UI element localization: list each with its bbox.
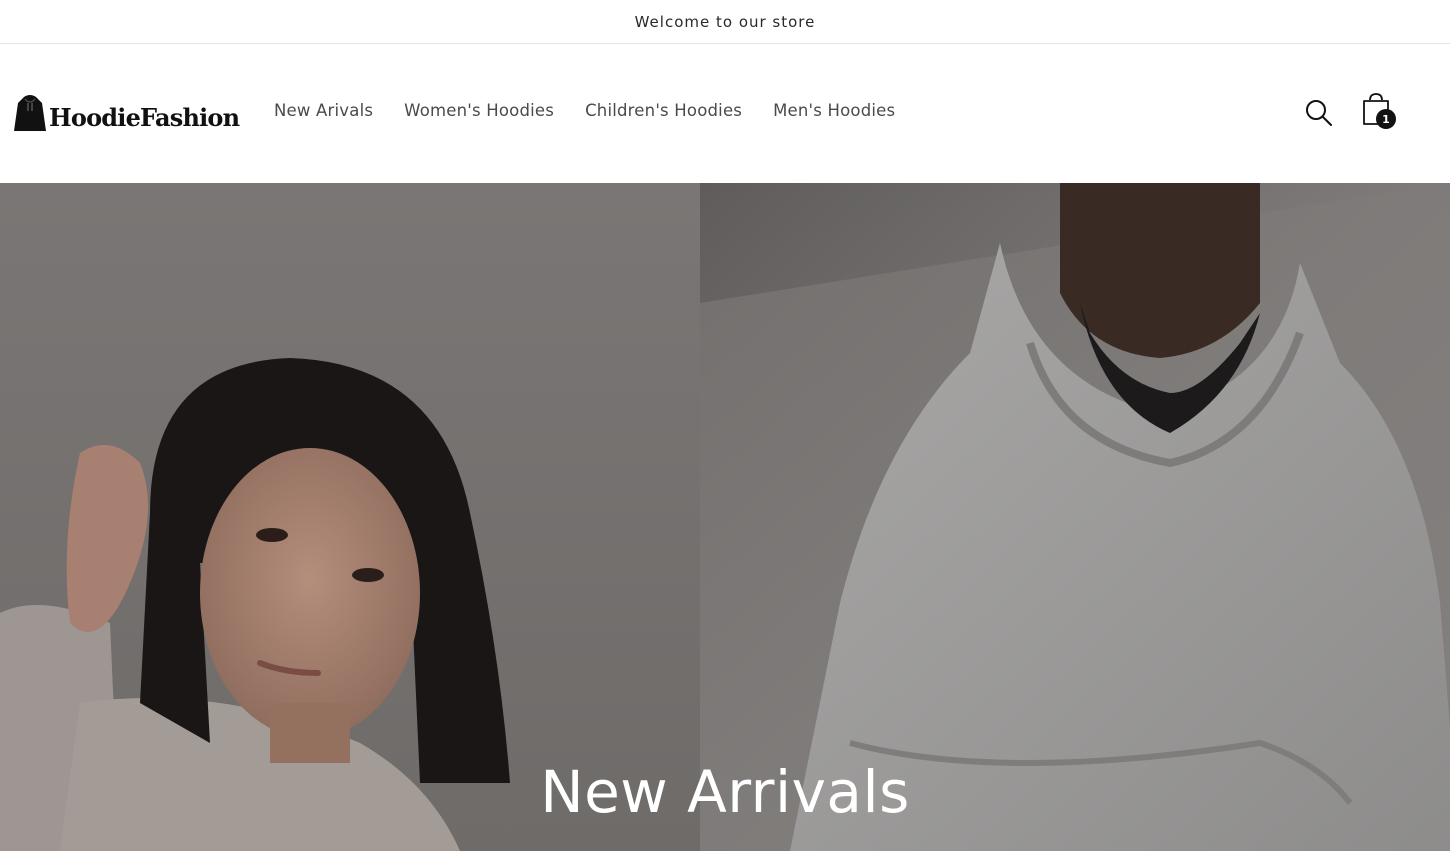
announcement-text: Welcome to our store	[634, 12, 816, 31]
nav-item-childrens-hoodies[interactable]: Children's Hoodies	[585, 101, 742, 120]
logo-link[interactable]: HoodieFashion	[12, 92, 240, 134]
announcement-bar: Welcome to our store	[0, 0, 1450, 44]
logo-text: HoodieFashion	[49, 102, 240, 132]
hero-banner[interactable]: New Arrivals	[0, 183, 1450, 851]
nav-item-new-arrivals[interactable]: New Arivals	[274, 101, 373, 120]
hoodie-logo-icon	[14, 95, 46, 131]
search-icon	[1306, 100, 1332, 126]
nav-item-mens-hoodies[interactable]: Men's Hoodies	[773, 101, 895, 120]
hero-image-man	[700, 183, 1450, 851]
main-nav: New Arivals Women's Hoodies Children's H…	[274, 101, 895, 120]
cart-count-badge: 1	[1376, 109, 1396, 129]
site-header: HoodieFashion New Arivals Women's Hoodie…	[0, 44, 1450, 183]
nav-item-womens-hoodies[interactable]: Women's Hoodies	[404, 101, 554, 120]
hero-image-woman	[0, 183, 700, 851]
search-button[interactable]	[1304, 98, 1334, 128]
hero-title: New Arrivals	[540, 758, 910, 826]
